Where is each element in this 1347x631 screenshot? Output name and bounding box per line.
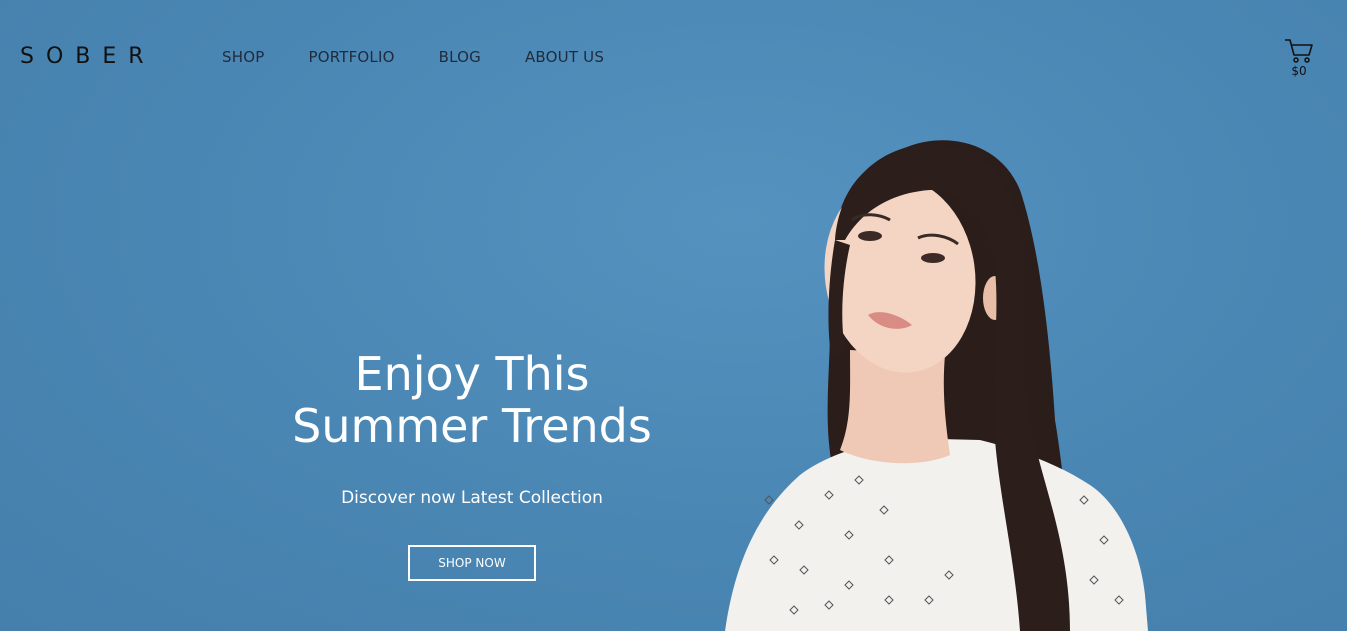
hero-model-image [725, 140, 1148, 631]
nav-item-about-us[interactable]: ABOUT US [525, 48, 604, 66]
nav-item-blog[interactable]: BLOG [439, 48, 481, 66]
hero-title: Enjoy This Summer Trends [252, 348, 692, 452]
main-nav: SHOP PORTFOLIO BLOG ABOUT US [222, 48, 648, 66]
hero-subtitle: Discover now Latest Collection [341, 488, 603, 508]
nav-item-shop[interactable]: SHOP [222, 48, 264, 66]
cart-button[interactable]: $0 [1283, 38, 1315, 78]
cart-total: $0 [1291, 64, 1307, 78]
hero-title-line-1: Enjoy This [354, 347, 590, 401]
nav-item-portfolio[interactable]: PORTFOLIO [308, 48, 394, 66]
shopping-cart-icon [1285, 39, 1313, 63]
hero-section: SOBER SHOP PORTFOLIO BLOG ABOUT US $0 En… [0, 0, 1347, 631]
site-logo[interactable]: SOBER [20, 44, 156, 69]
hero-title-line-2: Summer Trends [292, 399, 652, 453]
shop-now-button[interactable]: SHOP NOW [408, 545, 536, 581]
